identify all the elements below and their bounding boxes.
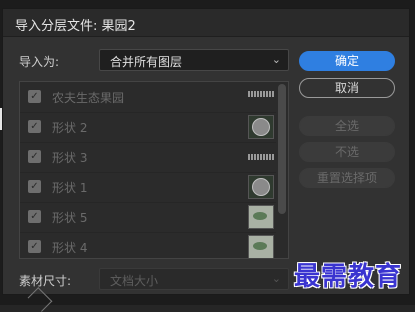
layer-row[interactable]: ✓ 农夫生态果园 <box>20 82 276 113</box>
layer-name: 农夫生态果园 <box>52 91 125 105</box>
footage-size-value: 文档大小 <box>110 274 159 288</box>
layer-thumbnail <box>248 91 274 97</box>
layer-name: 形状 2 <box>52 121 88 135</box>
layer-thumbnail <box>248 175 274 199</box>
layer-name: 形状 3 <box>52 151 88 165</box>
watermark-logo: 最需教育 <box>294 262 403 292</box>
layer-name: 形状 4 <box>52 241 88 255</box>
reset-selection-button[interactable]: 重置选择项 <box>299 168 395 188</box>
import-dialog: 导入分层文件: 果园2 导入为: 合并所有图层 ⌄ ✓ 农夫生态果园 ✓ 形状 … <box>2 8 410 295</box>
layer-list[interactable]: ✓ 农夫生态果园 ✓ 形状 2 ✓ 形状 3 ✓ 形状 1 ✓ 形状 5 ✓ 形… <box>19 81 289 259</box>
layer-name: 形状 5 <box>52 211 88 225</box>
layer-row[interactable]: ✓ 形状 5 <box>20 202 276 233</box>
title-bar: 导入分层文件: 果园2 <box>3 9 409 37</box>
checkmark-icon[interactable]: ✓ <box>28 120 41 133</box>
layer-row[interactable]: ✓ 形状 2 <box>20 112 276 143</box>
layer-row[interactable]: ✓ 形状 4 <box>20 232 276 258</box>
checkmark-icon[interactable]: ✓ <box>28 210 41 223</box>
dialog-title: 导入分层文件: 果园2 <box>15 19 136 34</box>
checkmark-icon[interactable]: ✓ <box>28 180 41 193</box>
footage-size-select[interactable]: 文档大小 ⌄ <box>99 268 289 290</box>
layer-thumbnail <box>248 115 274 139</box>
import-as-label: 导入为: <box>19 55 60 69</box>
checkmark-icon[interactable]: ✓ <box>28 90 41 103</box>
cancel-button[interactable]: 取消 <box>299 78 395 98</box>
import-as-select[interactable]: 合并所有图层 ⌄ <box>99 49 289 71</box>
layer-thumbnail <box>248 205 274 229</box>
layer-thumbnail <box>248 235 274 258</box>
layer-row[interactable]: ✓ 形状 1 <box>20 172 276 203</box>
import-as-value: 合并所有图层 <box>110 55 183 69</box>
list-scrollbar[interactable] <box>278 84 286 214</box>
footage-size-label: 素材尺寸: <box>19 274 72 288</box>
layer-name: 形状 1 <box>52 181 88 195</box>
ok-button[interactable]: 确定 <box>299 51 395 71</box>
select-none-button[interactable]: 不选 <box>299 142 395 162</box>
chevron-down-icon: ⌄ <box>271 53 281 66</box>
select-all-button[interactable]: 全选 <box>299 116 395 136</box>
chevron-down-icon: ⌄ <box>271 272 281 285</box>
layer-thumbnail <box>248 154 274 160</box>
checkmark-icon[interactable]: ✓ <box>28 150 41 163</box>
checkmark-icon[interactable]: ✓ <box>28 240 41 253</box>
layer-row[interactable]: ✓ 形状 3 <box>20 142 276 173</box>
